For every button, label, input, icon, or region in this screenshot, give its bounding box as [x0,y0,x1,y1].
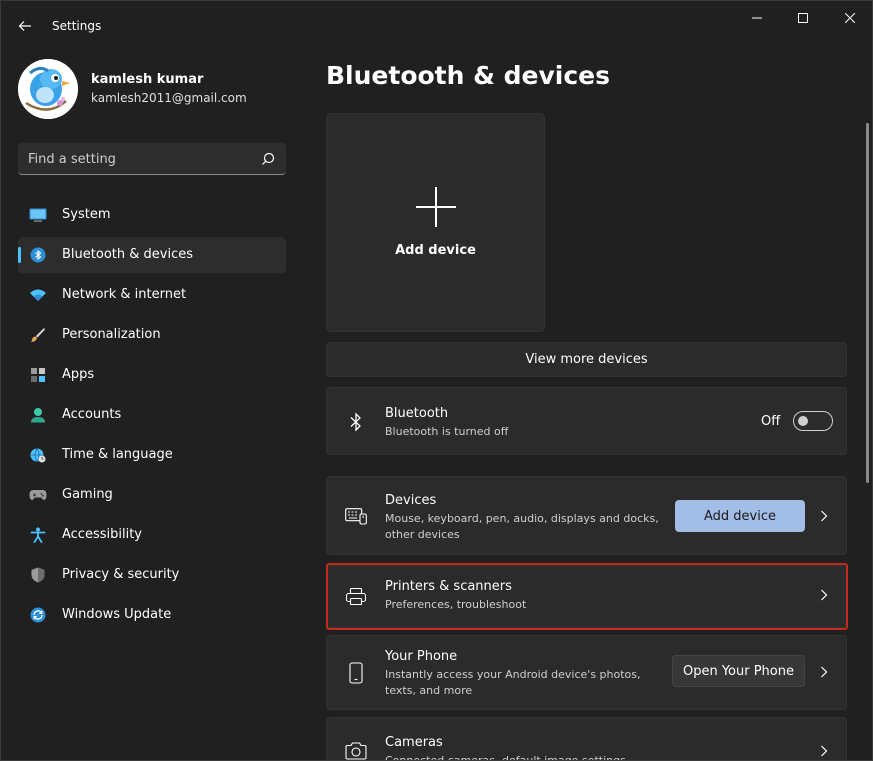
printer-icon [345,586,367,608]
keyboard-devices-icon [345,505,367,527]
sidebar-item-label: Apps [62,367,95,382]
accessibility-icon [29,527,47,543]
cameras-card[interactable]: Cameras Connected cameras, default image… [326,717,847,761]
sidebar-item-label: Network & internet [62,287,187,302]
sidebar-item-label: Accounts [62,407,122,422]
cameras-title: Cameras [385,735,443,750]
maximize-icon [798,13,808,23]
close-button[interactable] [827,1,872,35]
sidebar-item-label: Bluetooth & devices [62,247,193,262]
bluetooth-title: Bluetooth [385,406,449,421]
person-icon [29,407,47,423]
plus-icon [416,187,456,227]
sidebar-item-gaming[interactable]: Gaming [18,477,286,513]
your-phone-card[interactable]: Your Phone Instantly access your Android… [326,635,847,710]
printers-subtitle: Preferences, troubleshoot [385,598,527,611]
user-profile[interactable]: kamlesh kumar kamlesh2011@gmail.com [18,59,247,119]
phone-subtitle: Instantly access your Android device's p… [385,668,641,697]
close-icon [845,13,855,23]
camera-icon [345,740,367,760]
title-bar: Settings [1,1,872,51]
bluetooth-icon [29,247,47,263]
minimize-icon [752,17,762,19]
sidebar-item-network[interactable]: Network & internet [18,277,286,313]
sidebar-item-label: Privacy & security [62,567,180,582]
back-arrow-icon [18,21,31,31]
brush-icon [29,327,47,343]
open-your-phone-button[interactable]: Open Your Phone [672,655,805,687]
page-title: Bluetooth & devices [326,61,611,90]
bluetooth-icon [345,411,367,433]
sidebar-item-apps[interactable]: Apps [18,357,286,393]
bluetooth-toggle[interactable] [793,411,833,431]
profile-email: kamlesh2011@gmail.com [91,91,247,105]
sidebar-item-label: Accessibility [62,527,142,542]
cameras-subtitle: Connected cameras, default image setting… [385,754,626,761]
sidebar-item-system[interactable]: System [18,197,286,233]
update-icon [29,607,47,623]
back-button[interactable] [11,14,39,38]
sidebar-item-label: Personalization [62,327,161,342]
window-title: Settings [52,19,102,33]
gamepad-icon [29,487,47,503]
sidebar-item-personalization[interactable]: Personalization [18,317,286,353]
shield-icon [29,567,47,583]
sidebar-item-label: Windows Update [62,607,172,622]
phone-icon [345,662,367,684]
scrollbar[interactable] [866,123,869,483]
add-device-tile-label: Add device [395,243,476,258]
sidebar-item-accounts[interactable]: Accounts [18,397,286,433]
sidebar-item-windows-update[interactable]: Windows Update [18,597,286,633]
bluetooth-card: Bluetooth Bluetooth is turned off Off [326,387,847,455]
chevron-right-icon [818,666,830,678]
sidebar-item-label: Gaming [62,487,113,502]
sidebar-item-label: Time & language [62,447,173,462]
search-input[interactable] [28,149,248,169]
phone-title: Your Phone [385,649,458,664]
settings-window: Settings kamlesh kumar kamlesh2011@gmail… [0,0,873,761]
monitor-icon [29,207,47,223]
sidebar-item-privacy-security[interactable]: Privacy & security [18,557,286,593]
sidebar-item-bluetooth-devices[interactable]: Bluetooth & devices [18,237,286,273]
sidebar-item-time-language[interactable]: Time & language [18,437,286,473]
printers-scanners-card[interactable]: Printers & scanners Preferences, trouble… [326,565,847,628]
sidebar-item-accessibility[interactable]: Accessibility [18,517,286,553]
devices-title: Devices [385,493,437,508]
sidebar-item-label: System [62,207,111,222]
wifi-icon [29,287,47,303]
bluetooth-toggle-label: Off [761,414,781,429]
add-device-button[interactable]: Add device [675,500,805,532]
sidebar-nav: System Bluetooth & devices Network & int… [18,197,286,637]
minimize-button[interactable] [734,1,780,35]
profile-name: kamlesh kumar [91,72,204,87]
add-device-tile[interactable]: Add device [326,113,545,332]
search-icon[interactable] [260,151,276,167]
bluetooth-subtitle: Bluetooth is turned off [385,425,509,438]
chevron-right-icon [818,745,830,757]
chevron-right-icon [818,589,830,601]
avatar [18,59,78,119]
toggle-knob [798,416,808,426]
devices-card[interactable]: Devices Mouse, keyboard, pen, audio, dis… [326,476,847,555]
globe-clock-icon [29,447,47,463]
bird-avatar-icon [18,59,78,119]
maximize-button[interactable] [780,1,826,35]
printers-title: Printers & scanners [385,579,512,594]
chevron-right-icon [818,510,830,522]
view-more-devices-button[interactable]: View more devices [326,342,847,377]
devices-subtitle: Mouse, keyboard, pen, audio, displays an… [385,512,659,541]
apps-icon [29,367,47,383]
search-box [18,143,286,175]
